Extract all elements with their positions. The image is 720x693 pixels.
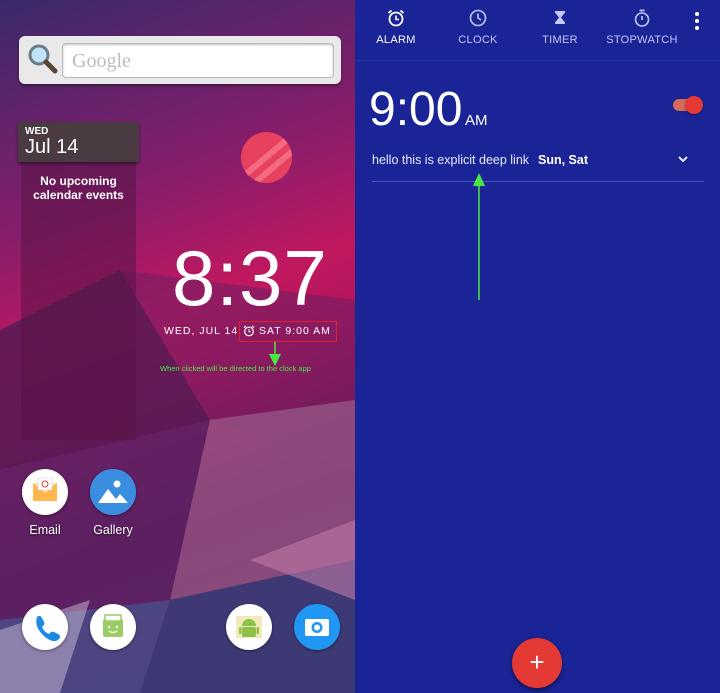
next-alarm-link[interactable]: SAT 9:00 AM [239,321,337,342]
alarm-row-divider [372,181,704,182]
app-gallery[interactable]: Gallery [83,469,143,537]
search-placeholder: Google [72,50,131,72]
app-label-email: Email [29,523,61,537]
clock-app: ALARM CLOCK TIMER STOPWATCH 9:00 AM hell… [355,0,720,693]
tab-stopwatch[interactable]: STOPWATCH [597,8,687,46]
alarm-ampm: AM [465,112,488,129]
alarm-icon [387,9,405,27]
android-app-icon[interactable] [226,604,272,650]
tab-clock[interactable]: CLOCK [433,8,523,46]
camera-icon[interactable] [294,604,340,650]
moon-decoration [241,132,292,183]
add-alarm-button[interactable]: + [512,638,562,688]
alarm-icon [243,325,255,337]
stopwatch-icon [634,9,650,27]
tab-label-timer: TIMER [542,34,578,46]
app-email[interactable]: Email [15,469,75,537]
tab-timer[interactable]: TIMER [515,8,605,46]
tab-label-clock: CLOCK [458,34,498,46]
search-icon [28,44,58,74]
google-search-widget[interactable]: Google [19,36,341,84]
calendar-widget[interactable] [21,125,136,440]
calendar-empty-text: No upcoming calendar events [33,174,124,202]
home-screen: Google WED Jul 14 No upcoming calendar e… [0,0,355,693]
alarm-repeat-days: Sun, Sat [538,153,589,167]
phone-icon[interactable] [22,604,68,650]
chevron-down-icon[interactable] [677,153,689,165]
search-input[interactable]: Google [62,43,334,78]
clock-widget-time[interactable]: 8:37 [172,238,327,318]
market-icon[interactable] [90,604,136,650]
tab-alarm[interactable]: ALARM [351,8,441,46]
app-label-gallery: Gallery [93,523,133,537]
alarm-time[interactable]: 9:00 [369,82,462,137]
email-icon [22,469,68,515]
gallery-icon [90,469,136,515]
tab-divider [355,60,720,61]
clock-icon [469,9,487,27]
alarm-toggle[interactable] [673,96,703,114]
hourglass-icon [555,11,565,24]
annotation-text: When clicked will be directed to the clo… [160,364,311,373]
annotation-arrow [473,173,485,300]
calendar-date: Jul 14 [25,136,79,158]
overflow-menu-icon[interactable] [694,12,700,32]
clock-widget-date: WED, JUL 14 [164,325,239,337]
clock-tab-bar: ALARM CLOCK TIMER STOPWATCH [355,0,720,58]
tab-label-alarm: ALARM [376,34,416,46]
alarm-label[interactable]: hello this is explicit deep link [372,153,529,167]
calendar-header[interactable]: WED Jul 14 [18,122,139,162]
tab-label-stopwatch: STOPWATCH [606,34,678,46]
next-alarm-text: SAT 9:00 AM [259,325,331,337]
